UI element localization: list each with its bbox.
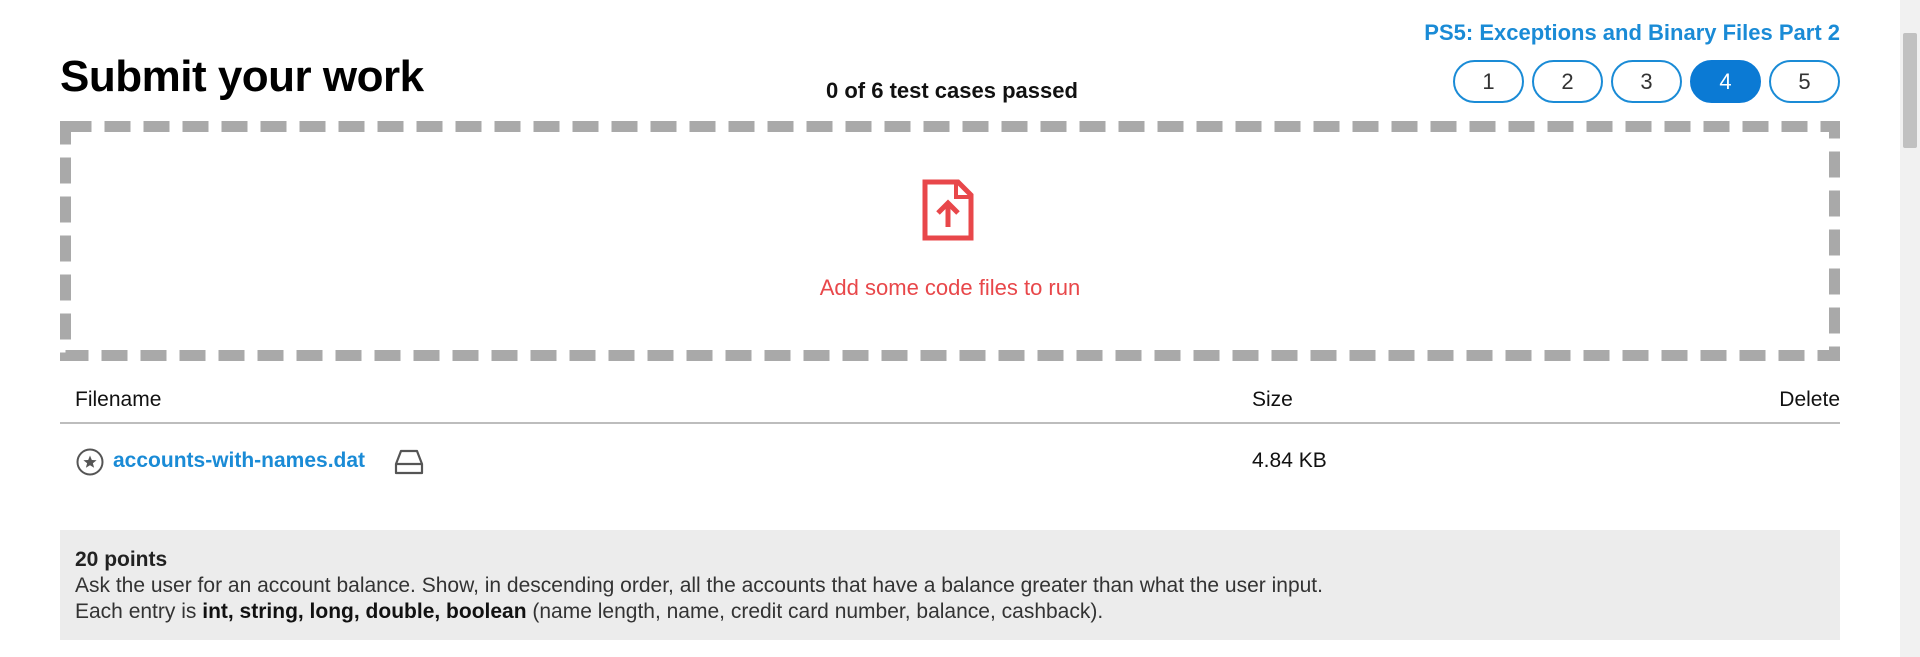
dropzone-text: Add some code files to run	[819, 275, 1081, 300]
description-line-2-suffix: (name length, name, credit card number, …	[526, 600, 1104, 623]
page: PS5: Exceptions and Binary Files Part 2 …	[0, 0, 1920, 657]
step-button-4[interactable]: 4	[1690, 60, 1761, 103]
files-table-header: Filename Size Delete	[60, 380, 1840, 424]
dropzone-border	[60, 121, 1840, 361]
file-link[interactable]: accounts-with-names.dat	[113, 449, 365, 473]
files-table: Filename Size Delete accounts-with-names…	[60, 380, 1840, 498]
drive-icon[interactable]	[394, 448, 424, 476]
page-title: Submit your work	[60, 52, 424, 101]
column-header-size: Size	[1252, 388, 1293, 411]
problem-description: 20 points Ask the user for an account ba…	[60, 530, 1840, 640]
file-size: 4.84 KB	[1252, 449, 1327, 472]
description-line-2: Each entry is int, string, long, double,…	[75, 599, 1825, 625]
step-button-2[interactable]: 2	[1532, 60, 1603, 103]
description-line-2-prefix: Each entry is	[75, 600, 203, 623]
step-button-1[interactable]: 1	[1453, 60, 1524, 103]
assignment-title[interactable]: PS5: Exceptions and Binary Files Part 2	[1424, 20, 1840, 46]
step-nav: 1 2 3 4 5	[1453, 60, 1840, 103]
column-header-filename: Filename	[75, 388, 162, 411]
scrollbar-thumb[interactable]	[1903, 33, 1917, 148]
star-circle-icon[interactable]	[76, 448, 104, 476]
scrollbar[interactable]	[1900, 0, 1920, 657]
file-dropzone[interactable]: Add some code files to run	[60, 121, 1840, 361]
description-line-1: Ask the user for an account balance. Sho…	[75, 574, 1323, 597]
column-header-delete: Delete	[1779, 388, 1840, 411]
table-row: accounts-with-names.dat 4.84 KB	[60, 424, 1840, 498]
points-label: 20 points	[75, 548, 168, 571]
test-status: 0 of 6 test cases passed	[826, 78, 1078, 103]
step-button-5[interactable]: 5	[1769, 60, 1840, 103]
file-upload-icon	[922, 179, 974, 241]
entry-format: int, string, long, double, boolean	[202, 600, 527, 623]
step-button-3[interactable]: 3	[1611, 60, 1682, 103]
